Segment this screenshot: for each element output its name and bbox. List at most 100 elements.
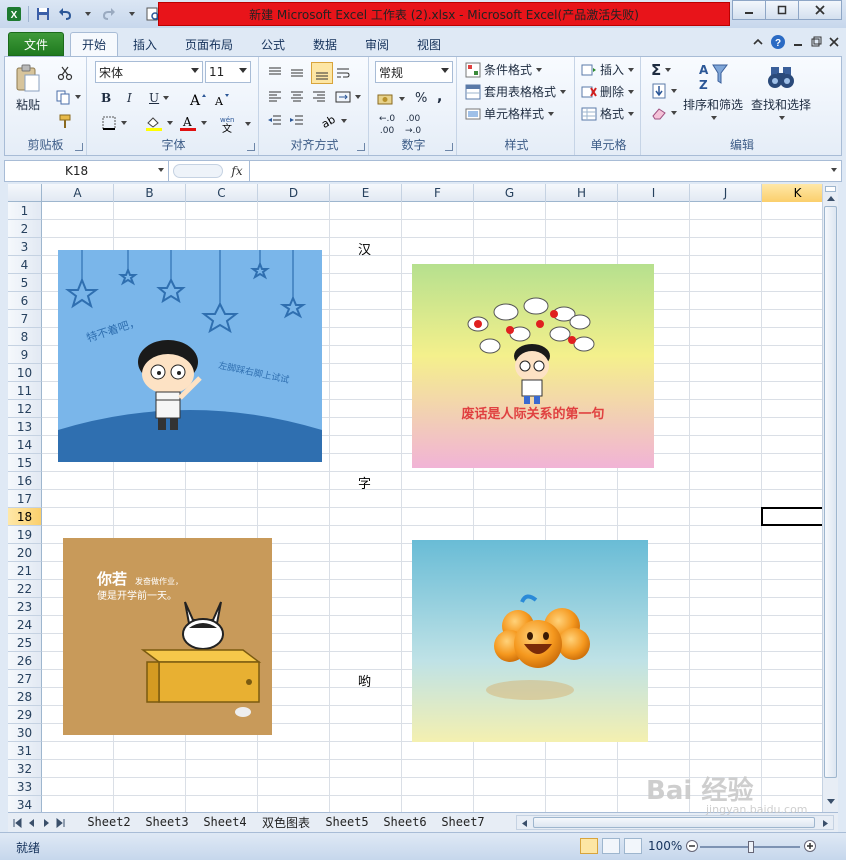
align-top-button[interactable] [267,65,283,81]
number-format-combo[interactable]: 常规 [375,61,453,83]
tab-page-layout[interactable]: 页面布局 [176,32,242,56]
conditional-format-button[interactable]: 条件格式 [465,61,543,78]
cell-E27[interactable]: 哟 [358,671,371,690]
name-box-dropdown-icon[interactable] [158,168,164,172]
row-header-27[interactable]: 27 [8,670,42,688]
row-header-31[interactable]: 31 [8,742,42,760]
column-header-K[interactable]: K [762,184,822,202]
row-header-25[interactable]: 25 [8,634,42,652]
scroll-left-icon[interactable] [520,819,528,828]
tab-file[interactable]: 文件 [8,32,64,56]
restore-button[interactable] [765,0,799,20]
tab-home[interactable]: 开始 [70,32,118,56]
row-header-7[interactable]: 7 [8,310,42,328]
cell-E16[interactable]: 字 [358,473,371,492]
row-header-3[interactable]: 3 [8,238,42,256]
zoom-out-icon[interactable] [686,840,698,852]
column-header-D[interactable]: D [258,184,330,202]
number-launcher-icon[interactable] [445,143,453,151]
picture-cartoon-boy-stars[interactable]: 特不着吧， 左脚踩右脚上试试 [58,250,322,462]
close-button[interactable] [798,0,842,20]
name-box[interactable]: K18 [5,161,169,181]
bold-button[interactable]: B [101,91,111,105]
row-header-32[interactable]: 32 [8,760,42,778]
cut-button[interactable] [57,65,73,81]
picture-cartoon-cat-desk[interactable]: 你若 发奋做作业， 便是开学前一天。 [63,538,272,735]
row-header-6[interactable]: 6 [8,292,42,310]
tab-insert[interactable]: 插入 [122,32,168,56]
undo-dropdown-icon[interactable] [77,4,97,24]
sheet-tab-6[interactable]: Sheet6 [376,813,434,831]
shrink-font-button[interactable]: A [213,91,231,107]
column-header-G[interactable]: G [474,184,546,202]
row-header-11[interactable]: 11 [8,382,42,400]
select-all-corner[interactable] [8,184,42,202]
font-launcher-icon[interactable] [247,143,255,151]
insert-cells-button[interactable]: 插入 [581,61,635,78]
delete-cells-button[interactable]: 删除 [581,83,635,100]
expand-formula-bar-icon[interactable] [831,168,837,172]
alignment-launcher-icon[interactable] [357,143,365,151]
tab-formulas[interactable]: 公式 [250,32,296,56]
align-middle-button[interactable] [289,65,305,81]
row-header-1[interactable]: 1 [8,202,42,220]
cell-E3[interactable]: 汉 [358,239,371,258]
align-bottom-button[interactable] [311,62,333,84]
row-header-20[interactable]: 20 [8,544,42,562]
comma-button[interactable]: , [437,89,442,105]
sheet-nav-icons[interactable] [12,818,72,828]
align-center-button[interactable] [289,89,305,105]
tab-data[interactable]: 数据 [302,32,348,56]
find-select-button[interactable]: 查找和选择 [751,61,811,120]
row-header-2[interactable]: 2 [8,220,42,238]
insert-function-button[interactable]: fx [227,161,247,181]
decrease-decimal-button[interactable]: .00 →.0 [405,115,421,136]
merge-center-button[interactable] [335,89,361,105]
grow-font-button[interactable]: A [189,91,207,107]
align-left-button[interactable] [267,89,283,105]
font-size-combo[interactable]: 11 [205,61,251,83]
zoom-slider[interactable] [700,841,800,853]
row-header-10[interactable]: 10 [8,364,42,382]
row-header-17[interactable]: 17 [8,490,42,508]
column-header-C[interactable]: C [186,184,258,202]
row-header-5[interactable]: 5 [8,274,42,292]
row-header-30[interactable]: 30 [8,724,42,742]
row-header-9[interactable]: 9 [8,346,42,364]
row-header-16[interactable]: 16 [8,472,42,490]
cell-styles-button[interactable]: 单元格样式 [465,105,555,122]
row-header-14[interactable]: 14 [8,436,42,454]
increase-indent-button[interactable] [289,113,305,129]
align-right-button[interactable] [311,89,327,105]
orientation-button[interactable] [335,65,351,81]
undo-icon[interactable] [55,4,75,24]
minimize-button[interactable] [732,0,766,20]
row-header-26[interactable]: 26 [8,652,42,670]
sheet-tab-4[interactable]: 双色图表 [254,813,318,831]
scroll-up-icon[interactable] [826,194,836,202]
percent-button[interactable]: % [415,91,427,106]
italic-button[interactable]: I [127,91,132,105]
scroll-right-icon[interactable] [822,819,830,828]
paste-button[interactable]: 粘贴 [13,63,43,113]
font-name-combo[interactable]: 宋体 [95,61,203,83]
doc-minimize-icon[interactable] [792,36,804,51]
tab-review[interactable]: 审阅 [354,32,400,56]
row-header-29[interactable]: 29 [8,706,42,724]
zoom-slider-knob[interactable] [748,841,754,853]
sheet-tab-1[interactable]: Sheet2 [80,813,138,831]
increase-decimal-button[interactable]: ←.0.00 [379,115,395,136]
underline-button[interactable]: U [149,91,170,105]
row-header-12[interactable]: 12 [8,400,42,418]
fill-button[interactable] [651,83,677,99]
sheet-tab-2[interactable]: Sheet3 [138,813,196,831]
active-cell[interactable] [761,507,822,526]
page-layout-view-button[interactable] [602,838,620,854]
column-header-J[interactable]: J [690,184,762,202]
help-icon[interactable]: ? [770,34,786,53]
tab-view[interactable]: 视图 [406,32,452,56]
zoom-in-icon[interactable] [804,840,816,852]
column-header-H[interactable]: H [546,184,618,202]
phonetic-button[interactable]: wén 文 [219,115,251,133]
formula-input[interactable] [249,161,825,181]
